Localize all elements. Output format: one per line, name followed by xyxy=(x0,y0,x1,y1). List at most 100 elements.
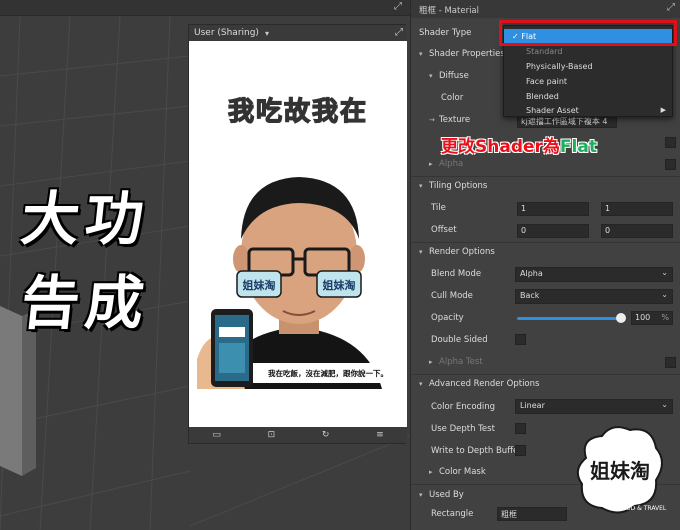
rectangle-label: Rectangle xyxy=(431,509,474,519)
row-checkbox[interactable] xyxy=(665,137,676,148)
divider xyxy=(411,176,680,177)
texture-label: → Texture xyxy=(429,115,470,125)
tile-x-field[interactable]: 1 xyxy=(517,202,589,216)
color-label: Color xyxy=(441,93,464,103)
inspector-title: 粗框 - Material ⤢ xyxy=(411,0,680,18)
chevron-down-icon: ▾ xyxy=(419,182,423,190)
chevron-right-icon[interactable]: → xyxy=(429,116,439,124)
render-options-section[interactable]: ▾ Render Options xyxy=(419,247,495,257)
opacity-field[interactable]: 100% xyxy=(631,311,673,325)
alpha-label: Alpha xyxy=(439,159,464,169)
dropdown-option-shader-asset[interactable]: Shader Asset ▶ xyxy=(504,103,672,118)
tiling-options-label: Tiling Options xyxy=(429,181,488,191)
divider xyxy=(411,242,680,243)
chevron-down-icon: ▾ xyxy=(429,72,433,80)
chevron-down-icon: ⌄ xyxy=(661,400,668,409)
opacity-label: Opacity xyxy=(431,313,464,323)
use-depth-test-label: Use Depth Test xyxy=(431,424,495,434)
rotate-icon[interactable]: ↻ xyxy=(322,430,330,440)
dropdown-option-standard[interactable]: Standard xyxy=(504,44,672,59)
chevron-down-icon: ▾ xyxy=(419,491,423,499)
write-depth-checkbox[interactable] xyxy=(515,445,526,456)
overlay-text-line1: 大功 xyxy=(17,185,154,253)
inspector-title-text: 粗框 - Material xyxy=(419,6,480,16)
alpha-section[interactable]: ▸ Alpha xyxy=(429,159,463,169)
chevron-right-icon: ▸ xyxy=(429,468,433,476)
dropdown-option-face-paint[interactable]: Face paint xyxy=(504,74,672,89)
advanced-render-section[interactable]: ▾ Advanced Render Options xyxy=(419,379,539,389)
popout-icon[interactable]: ⤢ xyxy=(395,27,403,38)
alpha-test-checkbox[interactable] xyxy=(665,357,676,368)
scene-viewport[interactable]: ⤢ 大功 告成 User (Sharing) ▾ ⤢ 我吃故我在 姐妹淘 姐妹淘… xyxy=(0,0,410,530)
app-root: ⤢ 大功 告成 User (Sharing) ▾ ⤢ 我吃故我在 姐妹淘 姐妹淘… xyxy=(0,0,680,530)
shader-properties-section[interactable]: ▾ Shader Properties xyxy=(419,49,505,59)
option-label: Shader Asset xyxy=(526,106,579,115)
opacity-slider-handle[interactable] xyxy=(616,313,626,323)
offset-y-field[interactable]: 0 xyxy=(601,224,673,238)
screenshot-icon[interactable]: ⊡ xyxy=(268,430,276,440)
callout-prefix: 更改Shader為 xyxy=(441,137,560,157)
dropdown-option-physically-based[interactable]: Physically-Based xyxy=(504,59,672,74)
logo-text: 姐妹淘 xyxy=(590,459,650,483)
callout-flat: Flat xyxy=(559,137,597,157)
preview-header: User (Sharing) ▾ ⤢ xyxy=(189,25,407,41)
brand-logo: 姐妹淘 FOOD & TRAVEL xyxy=(576,426,667,514)
color-mask-section[interactable]: ▸ Color Mask xyxy=(429,467,486,477)
render-options-label: Render Options xyxy=(429,247,495,257)
glasses-sticker-right: 姐妹淘 xyxy=(323,278,356,292)
double-sided-label: Double Sided xyxy=(431,335,488,345)
color-encoding-select[interactable]: Linear ⌄ xyxy=(515,399,673,414)
tile-label: Tile xyxy=(431,203,446,213)
color-encoding-label: Color Encoding xyxy=(431,402,496,412)
chevron-down-icon: ⌄ xyxy=(661,290,668,299)
use-depth-test-checkbox[interactable] xyxy=(515,423,526,434)
menu-icon[interactable]: ≡ xyxy=(376,430,384,440)
color-encoding-value: Linear xyxy=(520,401,545,410)
texture-label-text: Texture xyxy=(439,115,471,125)
divider xyxy=(411,374,680,375)
overlay-text-line2: 告成 xyxy=(17,269,154,337)
diffuse-section[interactable]: ▾ Diffuse xyxy=(429,71,469,81)
blend-mode-select[interactable]: Alpha ⌄ xyxy=(515,267,673,282)
preview-panel: User (Sharing) ▾ ⤢ 我吃故我在 姐妹淘 姐妹淘 我在吃飯，沒在… xyxy=(188,24,407,444)
write-depth-label: Write to Depth Buffer xyxy=(431,446,522,456)
alpha-checkbox[interactable] xyxy=(665,159,676,170)
tile-y-field[interactable]: 1 xyxy=(601,202,673,216)
color-mask-label: Color Mask xyxy=(439,467,486,477)
chevron-down-icon: ▾ xyxy=(419,248,423,256)
expand-icon[interactable]: ⤢ xyxy=(394,1,402,12)
advanced-render-label: Advanced Render Options xyxy=(429,379,540,389)
cull-mode-label: Cull Mode xyxy=(431,291,473,301)
viewport-toolbar: ⤢ xyxy=(0,0,410,16)
offset-x-field[interactable]: 0 xyxy=(517,224,589,238)
double-sided-checkbox[interactable] xyxy=(515,334,526,345)
rectangle-field[interactable]: 粗框 xyxy=(497,507,567,521)
blend-mode-label: Blend Mode xyxy=(431,269,482,279)
tiling-options-section[interactable]: ▾ Tiling Options xyxy=(419,181,487,191)
blend-mode-value: Alpha xyxy=(520,269,543,278)
video-icon[interactable]: ▭ xyxy=(212,430,221,440)
alpha-test-section[interactable]: ▸ Alpha Test xyxy=(429,357,483,367)
opacity-slider[interactable] xyxy=(517,317,621,320)
shader-type-label: Shader Type xyxy=(419,28,472,38)
popout-icon[interactable]: ⤢ xyxy=(667,2,675,13)
chevron-right-icon: ▸ xyxy=(429,160,433,168)
face-image: 姐妹淘 姐妹淘 xyxy=(197,177,382,389)
chevron-down-icon: ▾ xyxy=(419,50,423,58)
dropdown-option-blended[interactable]: Blended xyxy=(504,89,672,104)
cull-mode-value: Back xyxy=(520,291,540,300)
chevron-right-icon: ▸ xyxy=(429,358,433,366)
preview-headline: 我吃故我在 xyxy=(227,96,368,127)
chevron-down-icon: ⌄ xyxy=(661,268,668,277)
preview-caption: 我在吃飯，沒在減肥，跟你說一下。 xyxy=(253,363,403,383)
used-by-section[interactable]: ▾ Used By xyxy=(419,490,464,500)
opacity-value: 100 xyxy=(635,313,651,322)
logo-subtitle: FOOD & TRAVEL xyxy=(618,505,667,512)
chevron-down-icon[interactable]: ▾ xyxy=(265,29,269,38)
chevron-right-icon: ▶ xyxy=(660,106,666,114)
cull-mode-select[interactable]: Back ⌄ xyxy=(515,289,673,304)
alpha-test-label: Alpha Test xyxy=(439,357,483,367)
preview-title[interactable]: User (Sharing) xyxy=(194,28,259,38)
shader-properties-label: Shader Properties xyxy=(429,49,505,59)
glasses-sticker-left: 姐妹淘 xyxy=(243,278,276,292)
